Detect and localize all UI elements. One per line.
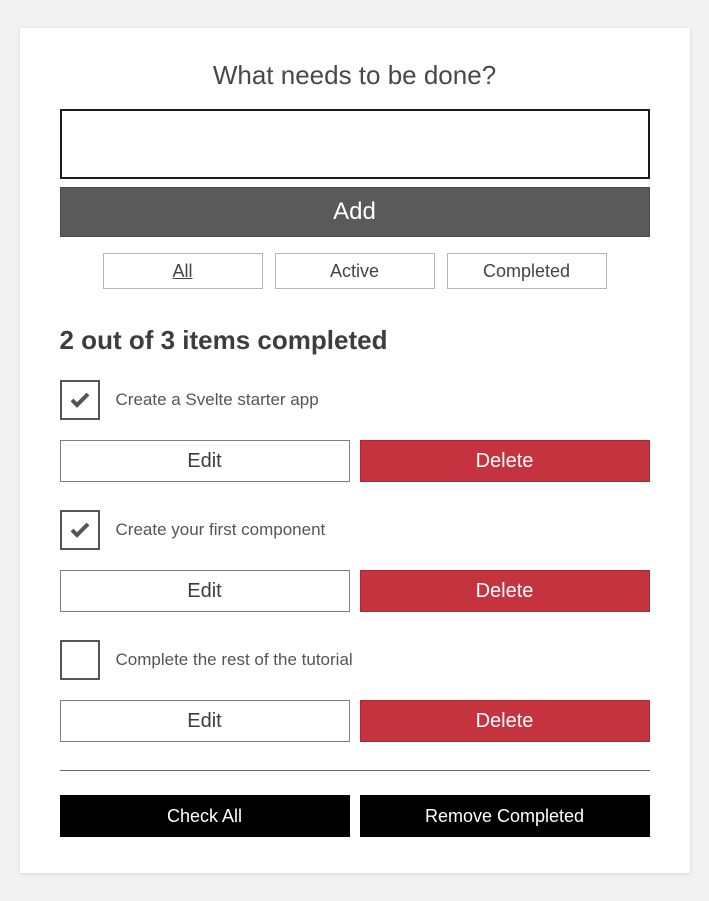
todo-label: Complete the rest of the tutorial [116,650,353,670]
edit-button[interactable]: Edit [60,440,350,482]
todo-app: What needs to be done? Add All Active Co… [20,28,690,873]
todo-checkbox[interactable] [60,640,100,680]
todo-checkbox[interactable] [60,510,100,550]
check-icon [68,518,92,542]
new-todo-input[interactable] [60,109,650,179]
status-heading: 2 out of 3 items completed [60,325,650,356]
check-icon [68,388,92,412]
page-title: What needs to be done? [60,60,650,91]
footer-actions: Check All Remove Completed [60,795,650,837]
edit-button[interactable]: Edit [60,570,350,612]
check-all-button[interactable]: Check All [60,795,350,837]
list-item: Create your first component Edit Delete [60,510,650,612]
edit-button[interactable]: Edit [60,700,350,742]
list-item: Create a Svelte starter app Edit Delete [60,380,650,482]
filter-completed-button[interactable]: Completed [447,253,607,289]
todo-label: Create your first component [116,520,326,540]
divider [60,770,650,771]
add-button[interactable]: Add [60,187,650,237]
remove-completed-button[interactable]: Remove Completed [360,795,650,837]
todo-checkbox[interactable] [60,380,100,420]
filter-bar: All Active Completed [60,253,650,289]
delete-button[interactable]: Delete [360,700,650,742]
todo-label: Create a Svelte starter app [116,390,319,410]
delete-button[interactable]: Delete [360,570,650,612]
filter-all-button[interactable]: All [103,253,263,289]
list-item: Complete the rest of the tutorial Edit D… [60,640,650,742]
filter-active-button[interactable]: Active [275,253,435,289]
delete-button[interactable]: Delete [360,440,650,482]
